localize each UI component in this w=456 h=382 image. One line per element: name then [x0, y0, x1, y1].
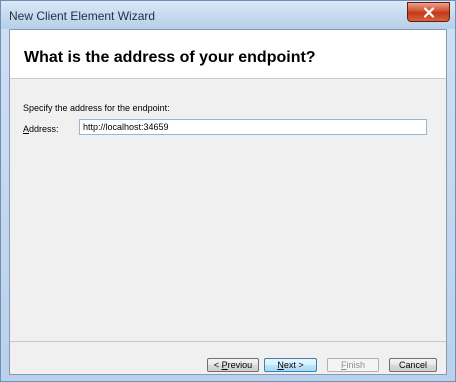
wizard-window: New Client Element Wizard What is the ad…	[0, 0, 456, 382]
address-input[interactable]	[79, 119, 427, 135]
instruction-text: Specify the address for the endpoint:	[23, 103, 170, 113]
previous-button[interactable]: < Previou	[207, 358, 259, 372]
next-label: ext >	[283, 360, 304, 370]
wizard-client-area: What is the address of your endpoint? Sp…	[9, 29, 447, 375]
page-heading: What is the address of your endpoint?	[24, 49, 316, 66]
finish-label: inish	[346, 360, 365, 370]
next-button[interactable]: Next >	[264, 358, 317, 372]
button-separator	[10, 341, 446, 342]
window-title: New Client Element Wizard	[9, 9, 156, 23]
previous-label: reviou	[227, 360, 253, 370]
close-button[interactable]	[407, 2, 450, 22]
previous-prefix: <	[213, 360, 222, 370]
address-label-text: ddress:	[29, 124, 59, 134]
cancel-button[interactable]: Cancel	[389, 358, 437, 372]
wizard-header: What is the address of your endpoint?	[10, 30, 446, 79]
title-bar[interactable]: New Client Element Wizard	[1, 1, 455, 29]
finish-button[interactable]: Finish	[327, 358, 379, 372]
address-label: Address:	[23, 124, 59, 134]
close-icon	[423, 6, 434, 18]
